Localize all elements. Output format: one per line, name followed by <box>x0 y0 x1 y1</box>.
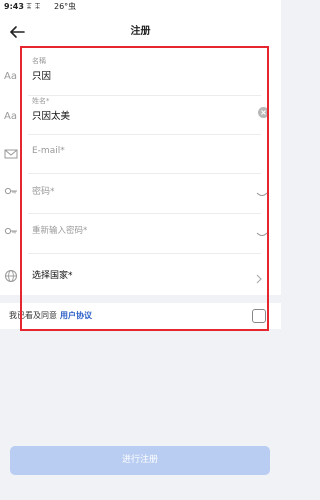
key-icon <box>4 183 18 197</box>
password-visibility-toggle[interactable] <box>256 184 268 196</box>
eye-closed-icon <box>256 192 268 196</box>
nickname-value: 只因 <box>32 71 52 82</box>
agreement-text: 我已看及同意 用户协议 <box>9 303 92 329</box>
repeat-password-field[interactable]: 重新输入密码* <box>0 214 281 254</box>
chevron-right-icon <box>256 269 262 284</box>
text-icon: Aa <box>4 67 18 82</box>
nickname-field[interactable]: Aa 名稱 只因 <box>0 50 281 96</box>
user-agreement-link[interactable]: 用户协议 <box>60 311 92 320</box>
password-field[interactable]: 密码* <box>0 174 281 214</box>
registration-form: Aa 名稱 只因 Aa 姓名* 只因太美 E-mail* 密码* 重新输入密码*… <box>0 50 281 295</box>
svg-text:Aa: Aa <box>4 71 17 82</box>
country-label: 选择国家* <box>32 271 73 281</box>
globe-icon <box>4 268 18 282</box>
svg-text:Aa: Aa <box>4 111 17 122</box>
email-field[interactable]: E-mail* <box>0 136 281 174</box>
clear-icon <box>258 107 269 118</box>
page-title: 注册 <box>130 26 151 37</box>
password-placeholder: 密码* <box>32 187 55 197</box>
status-extra: 虫 <box>68 2 76 11</box>
repeat-password-placeholder: 重新输入密码* <box>32 226 88 236</box>
repeat-password-visibility-toggle[interactable] <box>256 224 268 236</box>
signal-icon: ꔯ ꔯ <box>26 2 41 11</box>
name-value: 只因太美 <box>32 111 71 122</box>
nav-bar: 注册 <box>0 14 281 50</box>
country-selector[interactable]: 选择国家* <box>0 254 281 295</box>
eye-closed-icon <box>256 232 268 236</box>
email-placeholder: E-mail* <box>32 146 65 156</box>
nickname-caption: 名稱 <box>32 57 46 65</box>
agreement-row: 我已看及同意 用户协议 <box>0 303 281 329</box>
name-field[interactable]: Aa 姓名* 只因太美 <box>0 96 281 136</box>
key-icon <box>4 223 18 237</box>
agreement-statement: 我已看及同意 <box>9 311 57 320</box>
clear-button[interactable] <box>258 103 269 118</box>
text-icon: Aa <box>4 107 18 122</box>
name-caption: 姓名* <box>32 97 50 105</box>
register-button[interactable]: 进行注册 <box>10 446 270 475</box>
divider <box>28 134 261 135</box>
status-time: 9:43 <box>4 2 24 11</box>
agreement-checkbox[interactable] <box>252 309 266 323</box>
status-bar: 9:43 ꔯ ꔯ 26° 虫 <box>0 0 281 14</box>
mail-icon <box>4 146 18 160</box>
temperature: 26° <box>54 2 69 11</box>
